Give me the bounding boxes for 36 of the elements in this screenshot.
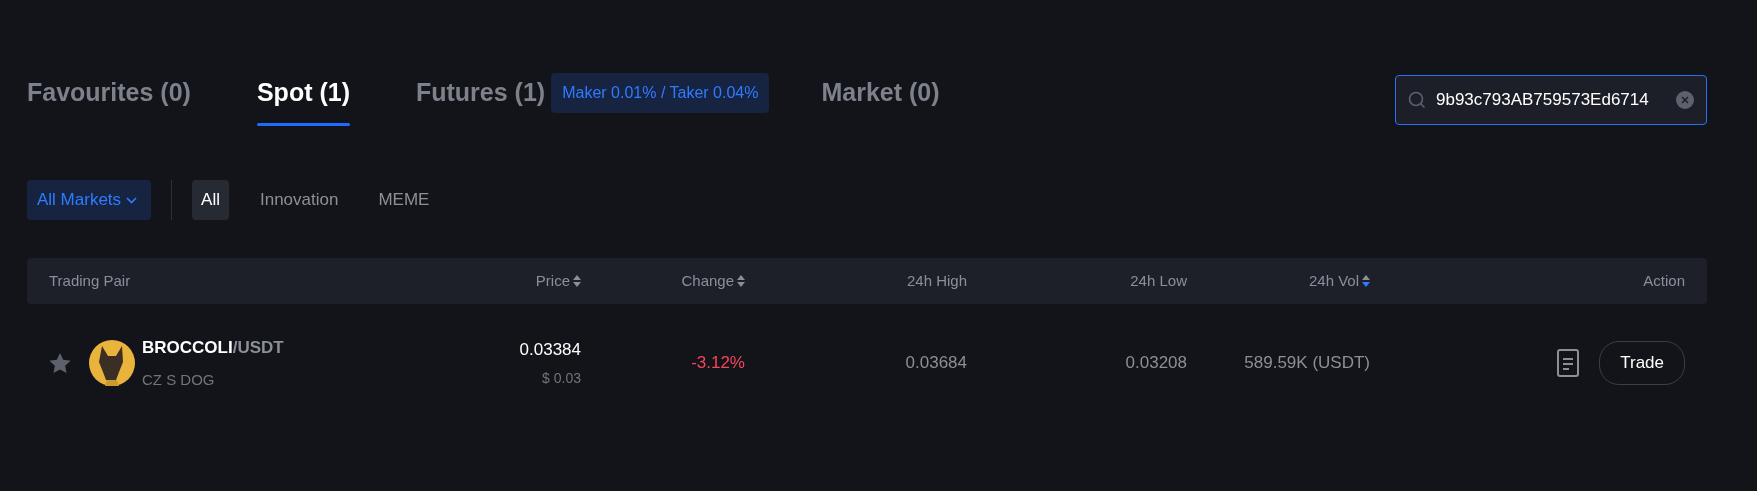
- fee-badge: Maker 0.01% / Taker 0.04%: [551, 73, 770, 113]
- filter-tab[interactable]: Innovation: [251, 180, 348, 220]
- sort-icon[interactable]: [1362, 275, 1370, 287]
- pair-name[interactable]: BROCCOLI/USDT: [142, 335, 284, 361]
- avatar-icon: [89, 340, 135, 386]
- token-name: CZ S DOG: [142, 369, 216, 390]
- tab[interactable]: Futures (1): [416, 62, 546, 130]
- volume: 589.59K (USDT): [1244, 352, 1370, 375]
- low-price: 0.03208: [1125, 352, 1187, 375]
- column-header[interactable]: 24h Vol: [1308, 269, 1359, 293]
- chevron-down-icon: [126, 196, 138, 204]
- column-header: 24h Low: [1130, 270, 1187, 291]
- sort-icon[interactable]: [737, 275, 745, 287]
- column-header[interactable]: Change: [681, 269, 734, 293]
- market-dropdown[interactable]: All Markets: [27, 180, 152, 220]
- column-header: Action: [1643, 270, 1685, 291]
- search-field[interactable]: 9b93c793AB759573Ed6714: [1436, 87, 1666, 113]
- search-field[interactable]: 9b93c793AB759573Ed6714: [1395, 75, 1707, 125]
- column-header: Trading Pair: [49, 270, 131, 291]
- filter-tab[interactable]: MEME: [369, 180, 439, 220]
- price-change: -3.12%: [691, 352, 745, 375]
- document-icon[interactable]: [1557, 349, 1580, 377]
- price-usd: $ 0.03: [541, 369, 581, 389]
- filter-tab[interactable]: All: [192, 180, 229, 220]
- sort-icon[interactable]: [573, 275, 581, 287]
- search-icon: [1408, 91, 1426, 109]
- tab[interactable]: Favourites (0): [27, 62, 191, 130]
- trade-button[interactable]: Trade: [1599, 341, 1685, 385]
- star-icon[interactable]: [49, 352, 71, 374]
- price: 0.03384: [519, 338, 581, 361]
- column-header[interactable]: Price: [535, 269, 570, 293]
- clear-icon[interactable]: [1676, 91, 1694, 109]
- tab[interactable]: Spot (1): [256, 62, 350, 130]
- tab[interactable]: Market (0): [821, 62, 940, 130]
- column-header: 24h High: [906, 270, 967, 291]
- high-price: 0.03684: [905, 352, 967, 375]
